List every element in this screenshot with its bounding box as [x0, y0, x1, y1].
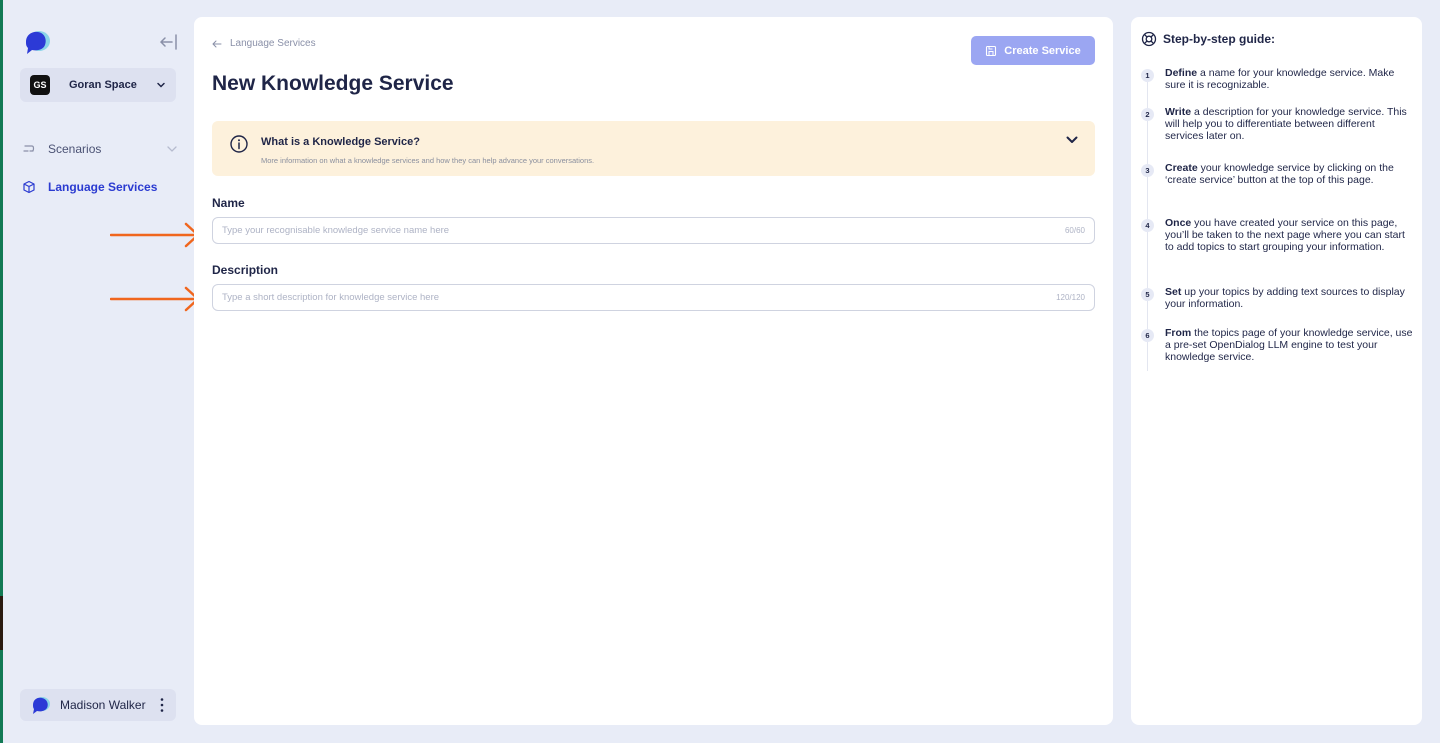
- step-number: 3: [1141, 164, 1154, 177]
- sidebar-item-scenarios[interactable]: Scenarios: [22, 142, 178, 156]
- step-text: Write a description for your knowledge s…: [1165, 106, 1407, 142]
- step-number: 6: [1141, 329, 1154, 342]
- step-number: 2: [1141, 108, 1154, 121]
- back-arrow-icon: [212, 40, 222, 47]
- guide-title: Step-by-step guide:: [1163, 32, 1276, 46]
- save-icon: [986, 45, 997, 56]
- info-subtitle: More information on what a knowledge ser…: [261, 156, 595, 165]
- guide-step: 1 Define a name for your knowledge servi…: [1141, 67, 1413, 91]
- sidebar-item-label: Language Services: [48, 180, 158, 194]
- scenarios-icon: [23, 145, 35, 152]
- guide-step: 2 Write a description for your knowledge…: [1141, 106, 1413, 142]
- step-number: 1: [1141, 69, 1154, 82]
- step-text: Once you have created your service on th…: [1165, 217, 1405, 253]
- description-field-wrapper: 120/120: [212, 284, 1095, 311]
- name-field-wrapper: 60/60: [212, 217, 1095, 244]
- step-text: Create your knowledge service by clickin…: [1165, 162, 1394, 186]
- lifebuoy-icon: [1141, 31, 1157, 47]
- step-text: From the topics page of your knowledge s…: [1165, 327, 1413, 363]
- workspace-selector[interactable]: GS Goran Space: [20, 68, 176, 102]
- description-char-counter: 120/120: [1056, 293, 1085, 302]
- guide-step: 4 Once you have created your service on …: [1141, 217, 1413, 253]
- name-label: Name: [212, 196, 245, 210]
- workspace-badge: GS: [30, 75, 50, 95]
- guide-step: 5 Set up your topics by adding text sour…: [1141, 286, 1413, 310]
- step-text: Define a name for your knowledge service…: [1165, 67, 1395, 91]
- avatar: [33, 697, 50, 714]
- page-title: New Knowledge Service: [212, 72, 454, 95]
- workspace-name: Goran Space: [69, 79, 137, 91]
- create-service-button[interactable]: Create Service: [971, 36, 1095, 65]
- guide-header: Step-by-step guide:: [1141, 31, 1275, 47]
- info-title: What is a Knowledge Service?: [261, 136, 420, 148]
- sidebar-item-label: Scenarios: [48, 142, 102, 156]
- create-service-label: Create Service: [1004, 44, 1081, 57]
- collapse-sidebar-icon[interactable]: [157, 32, 181, 52]
- user-name: Madison Walker: [60, 698, 146, 712]
- chevron-down-icon[interactable]: [1065, 133, 1079, 147]
- user-profile[interactable]: Madison Walker: [20, 689, 176, 721]
- breadcrumb-link[interactable]: Language Services: [230, 38, 316, 49]
- info-icon: [230, 135, 248, 153]
- chevron-down-icon[interactable]: [166, 143, 178, 155]
- description-input[interactable]: [222, 292, 1057, 303]
- annotation-arrow-icon: [110, 222, 200, 248]
- name-char-counter: 60/60: [1064, 226, 1085, 235]
- chevron-down-icon: [157, 82, 165, 88]
- sidebar-item-language-services[interactable]: Language Services: [22, 180, 157, 194]
- annotation-arrow-icon: [110, 286, 200, 312]
- step-text: Set up your topics by adding text source…: [1165, 286, 1405, 310]
- step-number: 4: [1141, 219, 1154, 232]
- guide-step: 3 Create your knowledge service by click…: [1141, 162, 1413, 186]
- breadcrumb[interactable]: Language Services: [212, 38, 316, 49]
- step-number: 5: [1141, 288, 1154, 301]
- more-vertical-icon[interactable]: [158, 697, 166, 713]
- info-banner[interactable]: What is a Knowledge Service? More inform…: [212, 121, 1095, 176]
- main-panel: Language Services New Knowledge Service …: [194, 17, 1113, 725]
- name-input[interactable]: [222, 225, 1065, 236]
- cube-icon: [23, 180, 35, 194]
- guide-panel: Step-by-step guide: 1 Define a name for …: [1131, 17, 1422, 725]
- description-label: Description: [212, 263, 279, 277]
- guide-step: 6 From the topics page of your knowledge…: [1141, 327, 1413, 363]
- opendialog-logo-icon: [26, 31, 50, 54]
- sidebar: GS Goran Space Scenarios Language Servic…: [3, 0, 191, 743]
